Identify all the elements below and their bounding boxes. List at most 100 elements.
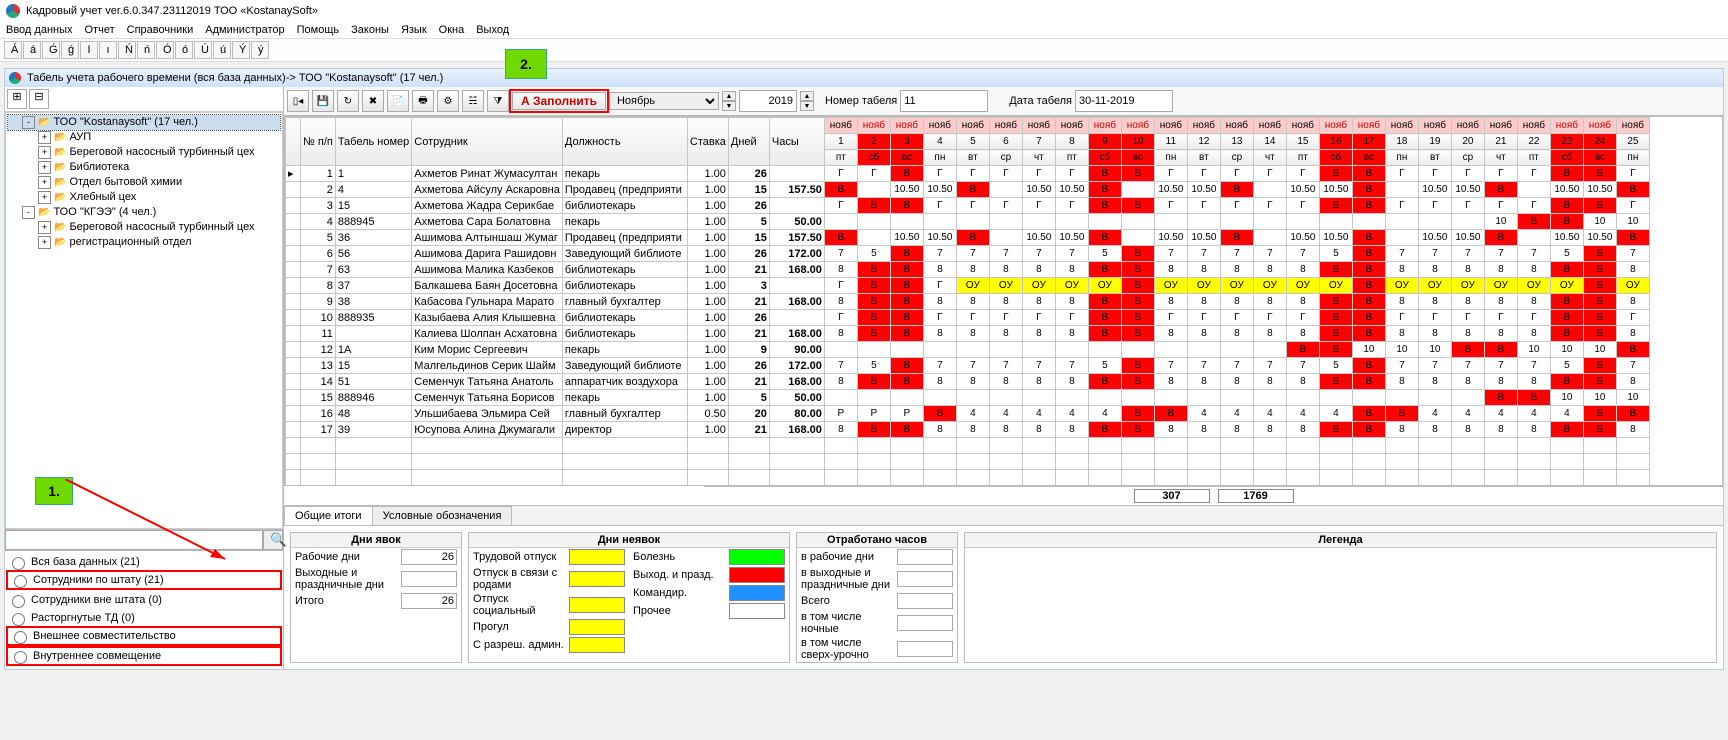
toolbar[interactable]: ▯◂ 💾 ↻ ✖ 📄 🖶 ⚙ ☵ ⧩ А Заполнить Ноябрь ▲▼…	[284, 87, 1723, 116]
month-up[interactable]: ▲	[722, 91, 736, 101]
filter-radio[interactable]: Вся база данных (21)	[7, 553, 281, 571]
timesheet-grid[interactable]: № п/пТабель номерСотрудникДолжностьСтавк…	[284, 116, 1723, 486]
table-row[interactable]: 10888935Казыбаева Алия Клышевнабиблиотек…	[286, 310, 1650, 326]
filter-radio[interactable]: Сотрудники по штату (21)	[6, 570, 282, 590]
tree-node[interactable]: +Береговой насосный турбинный цех	[8, 220, 280, 235]
menu-item[interactable]: Окна	[439, 24, 465, 36]
refresh-button[interactable]: ↻	[337, 90, 359, 112]
tree-collapse-button[interactable]: ⊟	[29, 89, 49, 109]
table-row[interactable]: 11Калиева Шолпан Асхатовнабиблиотекарь1.…	[286, 326, 1650, 342]
table-row[interactable]: 536Ашимова Алтыншаш ЖумагПродавец (предп…	[286, 230, 1650, 246]
month-select[interactable]: Ноябрь	[609, 92, 719, 110]
sub-title: Табель учета рабочего времени (вся база …	[27, 72, 443, 84]
menu-item[interactable]: Ввод данных	[6, 24, 73, 36]
tree-node[interactable]: +регистрационный отдел	[8, 235, 280, 250]
filter-radio[interactable]: Внешнее совместительство	[6, 626, 282, 646]
table-row[interactable]: 1648Ульшибаева Эльмира Сейглавный бухгал…	[286, 406, 1650, 422]
char-button[interactable]: Ú	[194, 41, 212, 59]
month-down[interactable]: ▼	[722, 101, 736, 111]
menu-item[interactable]: Отчет	[85, 24, 115, 36]
tree-node[interactable]: +Береговой насосный турбинный цех	[8, 145, 280, 160]
menu-item[interactable]: Законы	[351, 24, 389, 36]
filter-radio[interactable]: Внутреннее совмещение	[6, 646, 282, 666]
tree-node[interactable]: -ТОО "Kostanaysoft" (17 чел.)	[8, 115, 280, 130]
menu-bar[interactable]: Ввод данных Отчет Справочники Администратор…	[0, 22, 1728, 39]
year-up[interactable]: ▲	[800, 91, 814, 101]
char-button[interactable]: ó	[175, 41, 193, 59]
bottom-tabs[interactable]: Общие итоги Условные обозначения	[284, 505, 1723, 526]
table-row[interactable]: 1451Семенчук Татьяна Анатольаппаратчик в…	[286, 374, 1650, 390]
tool1-button[interactable]: ⚙	[437, 90, 459, 112]
menu-item[interactable]: Язык	[401, 24, 427, 36]
panel-neyavok: Дни неявок Трудовой отпускОтпуск в связи…	[468, 532, 790, 663]
char-button[interactable]: ı	[99, 41, 117, 59]
table-row[interactable]: 938Кабасова Гульнара Маратоглавный бухга…	[286, 294, 1650, 310]
sub-window: Табель учета рабочего времени (вся база …	[4, 68, 1724, 670]
menu-item[interactable]: Выход	[476, 24, 509, 36]
menu-item[interactable]: Помощь	[297, 24, 340, 36]
char-toolbar[interactable]: ÁáǴǵIıŃńÓóÚúÝý	[0, 39, 1728, 62]
tree-node[interactable]: +Библиотека	[8, 160, 280, 175]
filter-radio[interactable]: Расторгнутые ТД (0)	[7, 609, 281, 627]
table-row[interactable]: 24Ахметова Айсулу АскаровнаПродавец (пре…	[286, 182, 1650, 198]
tool2-button[interactable]: ☵	[462, 90, 484, 112]
tab-summary[interactable]: Общие итоги	[284, 506, 373, 525]
org-tree[interactable]: -ТОО "Kostanaysoft" (17 чел.)+АУП+Берего…	[5, 112, 283, 529]
char-button[interactable]: ǵ	[61, 41, 79, 59]
table-row[interactable]: 656Ашимова Дарига РашидовнЗаведующий биб…	[286, 246, 1650, 262]
tab-legend-codes[interactable]: Условные обозначения	[372, 506, 513, 525]
year-down[interactable]: ▼	[800, 101, 814, 111]
search-bar[interactable]: 🔍	[5, 529, 283, 550]
table-row[interactable]: 763Ашимова Малика Казбековбиблиотекарь1.…	[286, 262, 1650, 278]
panel-hours: Отработано часов в рабочие днив выходные…	[796, 532, 958, 663]
totals-bar: 307 1769	[704, 486, 1723, 505]
table-row[interactable]: 121АКим Морис Сергеевичпекарь1.00990.00В…	[286, 342, 1650, 358]
sub-titlebar: Табель учета рабочего времени (вся база …	[5, 69, 1723, 87]
char-button[interactable]: á	[23, 41, 41, 59]
table-row[interactable]: 837Балкашева Баян Досетовнабиблиотекарь1…	[286, 278, 1650, 294]
fill-button[interactable]: А Заполнить	[512, 92, 606, 110]
tabel-date-input[interactable]	[1075, 90, 1173, 112]
table-row[interactable]: 1739Юсупова Алина Джумагалидиректор1.002…	[286, 422, 1650, 438]
panel-legend: Легенда	[964, 532, 1717, 663]
char-button[interactable]: Ń	[118, 41, 136, 59]
search-input[interactable]	[5, 530, 263, 550]
tree-node[interactable]: +Отдел бытовой химии	[8, 175, 280, 190]
tree-node[interactable]: -ТОО "КГЭЭ" (4 чел.)	[8, 205, 280, 220]
table-row[interactable]: ▸11Ахметов Ринат Жумасултанпекарь1.0026Г…	[286, 166, 1650, 182]
search-button[interactable]: 🔍	[263, 530, 283, 550]
delete-button[interactable]: ✖	[362, 90, 384, 112]
summary-panels: Дни явок Рабочие дниВыходные и праздничн…	[284, 526, 1723, 669]
filter-radios[interactable]: Вся база данных (21)Сотрудники по штату …	[5, 550, 283, 669]
sub-icon	[9, 72, 21, 84]
filter-radio[interactable]: Сотрудники вне штата (0)	[7, 591, 281, 609]
tree-node[interactable]: +Хлебный цех	[8, 190, 280, 205]
tabel-num-input[interactable]	[900, 90, 988, 112]
menu-item[interactable]: Администратор	[205, 24, 284, 36]
left-panel: ⊞ ⊟ -ТОО "Kostanaysoft" (17 чел.)+АУП+Бе…	[5, 87, 284, 669]
doc-button[interactable]: 📄	[387, 90, 409, 112]
year-input[interactable]	[739, 90, 797, 112]
char-button[interactable]: Ǵ	[42, 41, 60, 59]
table-row[interactable]: 15888946Семенчук Татьяна Борисовпекарь1.…	[286, 390, 1650, 406]
tree-node[interactable]: +АУП	[8, 130, 280, 145]
tree-expand-button[interactable]: ⊞	[7, 89, 27, 109]
save-button[interactable]: 💾	[312, 90, 334, 112]
app-icon	[6, 4, 20, 18]
char-button[interactable]: I	[80, 41, 98, 59]
table-row[interactable]: 315Ахметова Жадра Серикбаебиблиотекарь1.…	[286, 198, 1650, 214]
app-title: Кадровый учет ver.6.0.347.23112019 ТОО «…	[26, 5, 318, 17]
char-button[interactable]: Á	[4, 41, 22, 59]
char-button[interactable]: ý	[251, 41, 269, 59]
panel-yavok: Дни явок Рабочие дниВыходные и праздничн…	[290, 532, 462, 663]
char-button[interactable]: Ý	[232, 41, 250, 59]
filter-button[interactable]: ⧩	[487, 90, 509, 112]
print-button[interactable]: 🖶	[412, 90, 434, 112]
char-button[interactable]: Ó	[156, 41, 174, 59]
menu-item[interactable]: Справочники	[127, 24, 194, 36]
table-row[interactable]: 4888945Ахметова Сара Болатовнапекарь1.00…	[286, 214, 1650, 230]
char-button[interactable]: ń	[137, 41, 155, 59]
table-row[interactable]: 1315Малгельдинов Серик ШаймЗаведующий би…	[286, 358, 1650, 374]
nav-first-button[interactable]: ▯◂	[287, 90, 309, 112]
char-button[interactable]: ú	[213, 41, 231, 59]
